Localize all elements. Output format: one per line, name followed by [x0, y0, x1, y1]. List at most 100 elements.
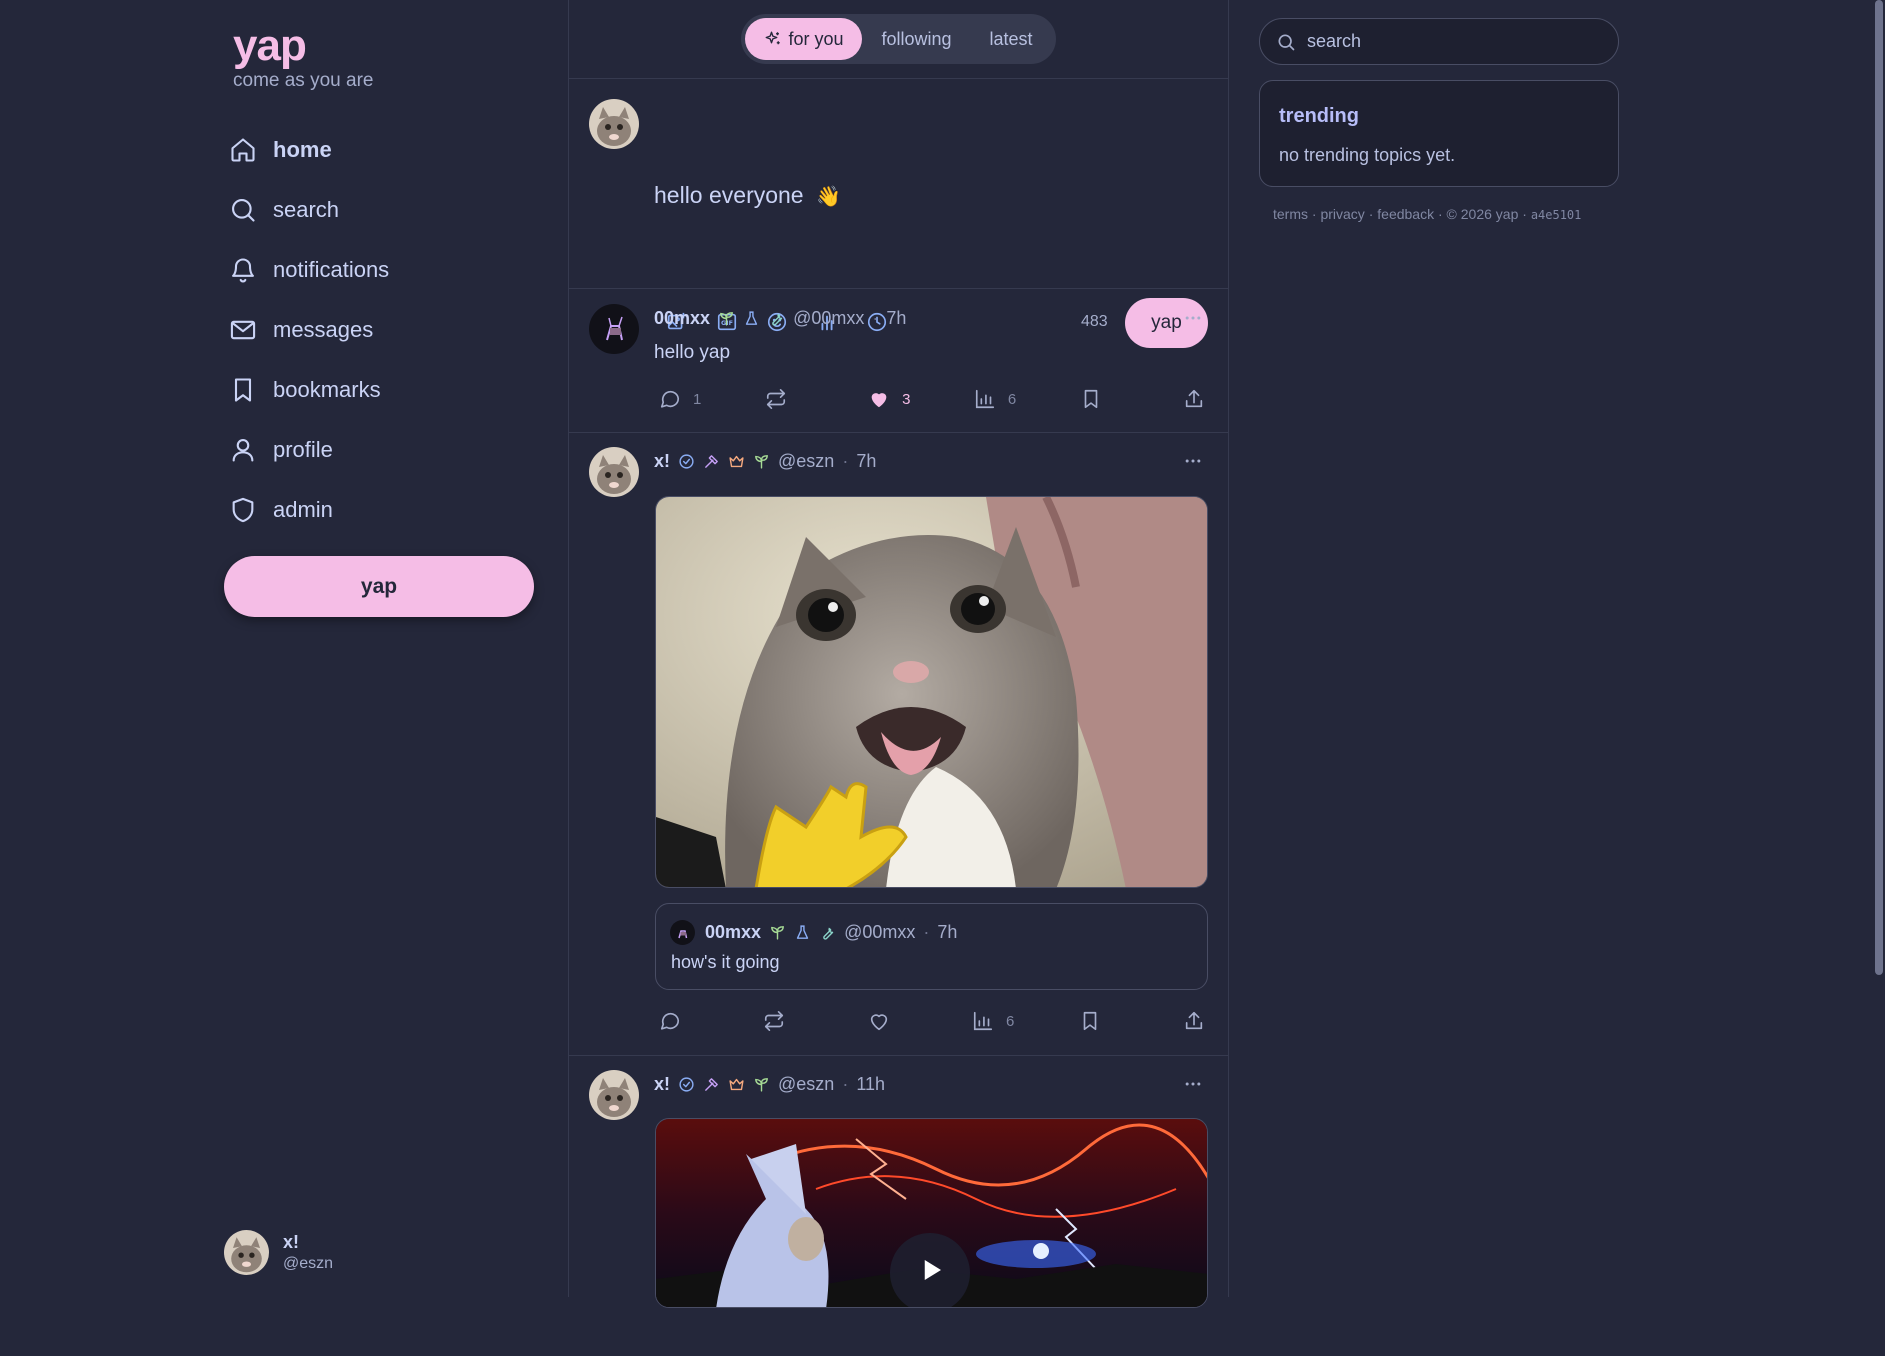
left-sidebar: yap come as you are home search notifica…: [0, 0, 569, 1297]
share-icon: [1183, 1010, 1205, 1032]
more-icon[interactable]: [1183, 1074, 1203, 1094]
account-switcher[interactable]: x! @eszn: [224, 1230, 333, 1275]
author-name[interactable]: 00mxx: [654, 308, 710, 329]
bell-icon: [229, 256, 257, 284]
bookmark-icon: [1080, 388, 1102, 410]
scrollbar[interactable]: [1875, 0, 1883, 975]
post-list: 00mxx @00mxx · 7h hello yap 1 3 6 x! @es…: [569, 290, 1229, 1356]
quoted-post-body: how's it going: [671, 952, 780, 972]
bookmark-icon: [229, 376, 257, 404]
hammer-badge-icon: [703, 453, 720, 470]
avatar: [670, 920, 695, 945]
composer-input[interactable]: hello everyone 👋: [654, 182, 841, 209]
bookmark-button[interactable]: [1080, 388, 1120, 410]
post[interactable]: 00mxx @00mxx · 7h hello yap 1 3 6: [569, 290, 1229, 433]
author-handle[interactable]: @00mxx: [793, 308, 864, 329]
trending-title: trending: [1279, 105, 1359, 127]
view-count: 6: [1007, 390, 1017, 408]
separator: ·: [872, 308, 879, 328]
account-handle: @eszn: [283, 1255, 334, 1272]
footer-dot: ·: [1437, 206, 1443, 222]
avatar: [589, 99, 639, 149]
user-icon: [229, 436, 257, 464]
author-name[interactable]: x!: [654, 1074, 670, 1095]
tab-following[interactable]: following: [862, 18, 970, 60]
feedback-link[interactable]: feedback: [1377, 206, 1434, 222]
quoted-post[interactable]: 00mxx @00mxx · 7h how's it going: [655, 903, 1208, 990]
yap-button[interactable]: yap: [224, 556, 534, 617]
post[interactable]: x! @eszn · 11h: [569, 1056, 1229, 1356]
nav-label: search: [273, 197, 340, 222]
composer: hello everyone 👋 GIF 483 yap: [569, 79, 1228, 348]
reply-icon: [659, 388, 681, 410]
sparkles-icon: [764, 30, 782, 48]
nav-label: profile: [273, 437, 333, 462]
trending-empty-text: no trending topics yet.: [1279, 145, 1456, 165]
heart-icon: [868, 1010, 890, 1032]
share-button[interactable]: [1183, 1010, 1205, 1032]
bookmark-icon: [1079, 1010, 1101, 1032]
repost-icon: [765, 388, 787, 410]
more-icon[interactable]: [1183, 308, 1203, 328]
post-actions: 1 3 6: [659, 388, 1205, 410]
quoted-author-handle: @00mxx: [844, 922, 916, 942]
views-chart-icon: [972, 1010, 994, 1032]
feed-tabs: for you following latest: [741, 14, 1056, 64]
hammer-badge-icon: [703, 1076, 720, 1093]
wrench-badge-icon: [768, 310, 785, 327]
reply-button[interactable]: 1: [659, 388, 701, 410]
sprout-badge-icon: [753, 453, 770, 470]
footer-dot: ·: [1311, 206, 1317, 222]
separator: ·: [842, 1074, 849, 1094]
privacy-link[interactable]: privacy: [1320, 206, 1364, 222]
nav-item-search[interactable]: search: [229, 180, 389, 240]
reply-button[interactable]: [659, 1010, 699, 1032]
post-image-cat[interactable]: [655, 496, 1208, 888]
logo[interactable]: yap: [233, 22, 373, 70]
repost-button[interactable]: [765, 388, 805, 410]
post-time[interactable]: 7h: [886, 308, 906, 329]
avatar[interactable]: [589, 304, 639, 354]
copyright: © 2026 yap: [1446, 206, 1519, 222]
post[interactable]: x! @eszn · 7h 00mxx @00mxx · 7h how's it…: [569, 433, 1229, 1056]
like-button[interactable]: [868, 1010, 908, 1032]
search-box[interactable]: [1259, 18, 1619, 65]
sprout-badge-icon: [753, 1076, 770, 1093]
like-button[interactable]: 3: [868, 388, 910, 410]
post-time[interactable]: 7h: [856, 451, 876, 472]
play-icon: [916, 1255, 946, 1285]
nav-item-bookmarks[interactable]: bookmarks: [229, 360, 389, 420]
author-name[interactable]: x!: [654, 451, 670, 472]
nav-item-home[interactable]: home: [229, 120, 389, 180]
post-time[interactable]: 11h: [856, 1074, 885, 1095]
views-button[interactable]: 6: [974, 388, 1016, 410]
nav-item-notifications[interactable]: notifications: [229, 240, 389, 300]
bookmark-button[interactable]: [1079, 1010, 1119, 1032]
footer: terms · privacy · feedback · © 2026 yap …: [1273, 206, 1581, 222]
views-button[interactable]: 6: [972, 1010, 1014, 1032]
avatar[interactable]: [589, 1070, 639, 1120]
search-icon: [229, 196, 257, 224]
tab-latest[interactable]: latest: [971, 18, 1052, 60]
nav-item-messages[interactable]: messages: [229, 300, 389, 360]
nav-label: bookmarks: [273, 377, 381, 402]
post-video-wizard[interactable]: [655, 1118, 1208, 1308]
nav-item-admin[interactable]: admin: [229, 480, 389, 540]
author-handle[interactable]: @eszn: [778, 1074, 834, 1095]
avatar[interactable]: [589, 447, 639, 497]
tagline: come as you are: [233, 70, 374, 91]
build-hash: a4e5101: [1530, 208, 1582, 222]
nav-item-profile[interactable]: profile: [229, 420, 389, 480]
terms-link[interactable]: terms: [1273, 206, 1308, 222]
verified-badge-icon: [678, 1076, 695, 1093]
repost-button[interactable]: [763, 1010, 803, 1032]
wrench-badge-icon: [819, 924, 836, 941]
tab-for-you[interactable]: for you: [745, 18, 863, 60]
trending-panel: trending no trending topics yet.: [1259, 80, 1619, 187]
author-handle[interactable]: @eszn: [778, 451, 834, 472]
verified-badge-icon: [678, 453, 695, 470]
share-button[interactable]: [1183, 388, 1205, 410]
more-icon[interactable]: [1183, 451, 1203, 471]
nav-label: notifications: [273, 257, 390, 282]
search-input[interactable]: [1307, 31, 1597, 52]
